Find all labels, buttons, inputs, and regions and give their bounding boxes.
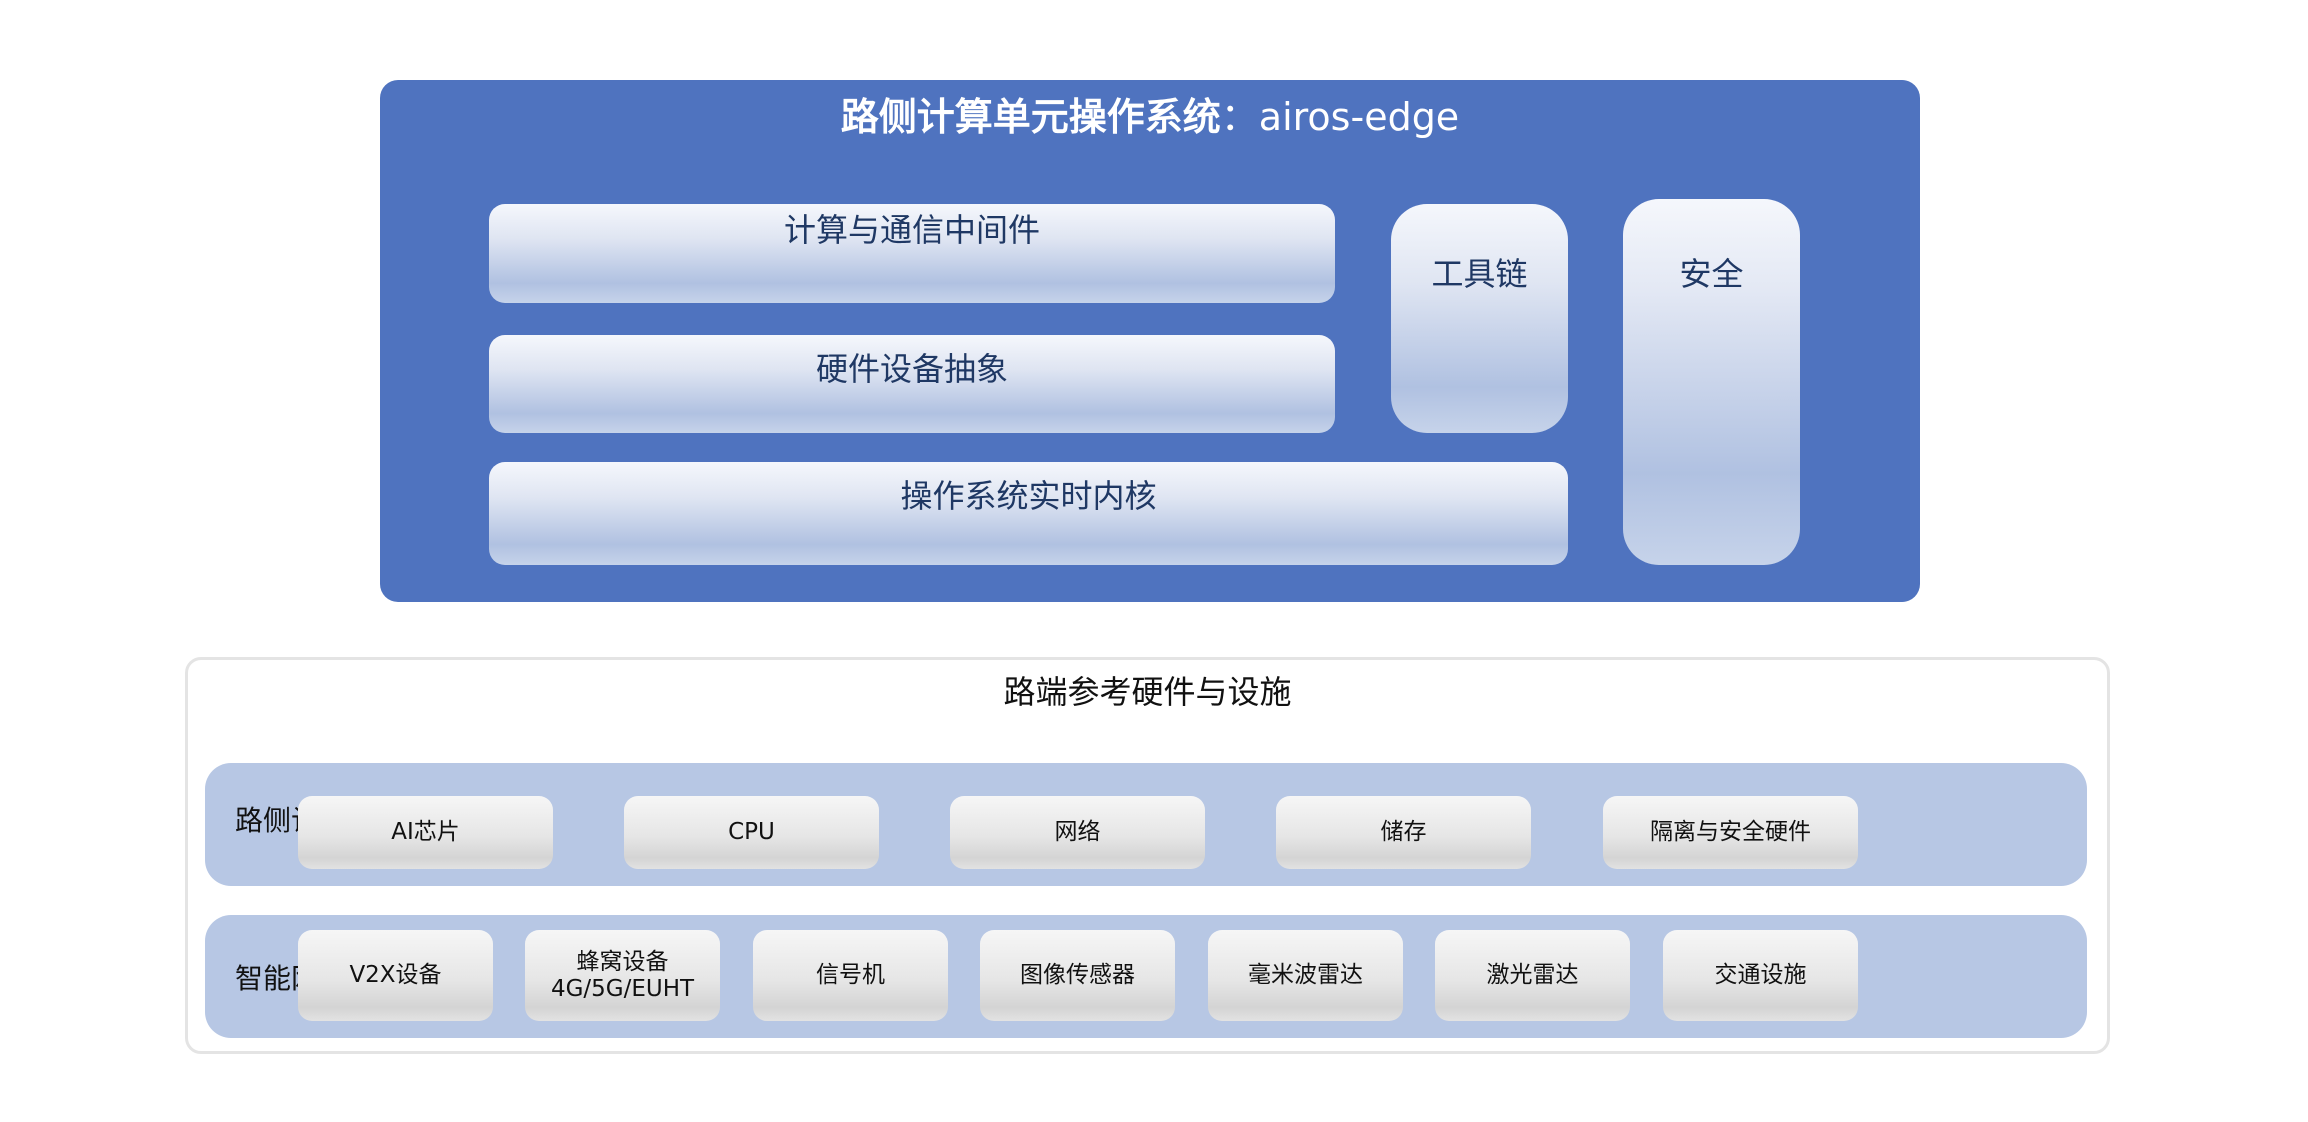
row-connected-devices: 智能网联设备 V2X设备 蜂窝设备 4G/5G/EUHT 信号机 图像传感器 毫… [205,915,2087,1038]
chip-traffic-facilities: 交通设施 [1663,930,1858,1021]
module-middleware: 计算与通信中间件 [489,204,1335,303]
row-roadside-compute-unit: 路侧计算单元 AI芯片 CPU 网络 储存 隔离与安全硬件 [205,763,2087,886]
module-hardware-abstraction: 硬件设备抽象 [489,335,1335,433]
chip-cellular-device: 蜂窝设备 4G/5G/EUHT [525,930,720,1021]
os-title-main: 路侧计算单元操作系统 [840,95,1221,139]
module-toolchain-label: 工具链 [1431,255,1528,293]
chip-storage: 储存 [1276,796,1531,869]
chip-mmwave-radar: 毫米波雷达 [1208,930,1403,1021]
module-security-label: 安全 [1679,255,1744,293]
module-toolchain: 工具链 [1391,204,1568,433]
module-middleware-label: 计算与通信中间件 [783,211,1040,249]
module-security: 安全 [1623,199,1800,565]
module-realtime-kernel-label: 操作系统实时内核 [900,477,1157,515]
os-title-suffix: ：airos-edge [1220,95,1460,139]
chip-lidar: 激光雷达 [1435,930,1630,1021]
chip-image-sensor: 图像传感器 [980,930,1175,1021]
chip-isolation-security-hw: 隔离与安全硬件 [1603,796,1858,869]
module-realtime-kernel: 操作系统实时内核 [489,462,1568,565]
chip-v2x-device: V2X设备 [298,930,493,1021]
module-hardware-abstraction-label: 硬件设备抽象 [815,350,1008,388]
chip-cpu: CPU [624,796,879,869]
chip-network: 网络 [950,796,1205,869]
chip-ai-chip: AI芯片 [298,796,553,869]
chip-signal-controller: 信号机 [753,930,948,1021]
hardware-title: 路端参考硬件与设施 [1003,673,1292,711]
os-title: 路侧计算单元操作系统：airos-edge [380,92,1920,142]
